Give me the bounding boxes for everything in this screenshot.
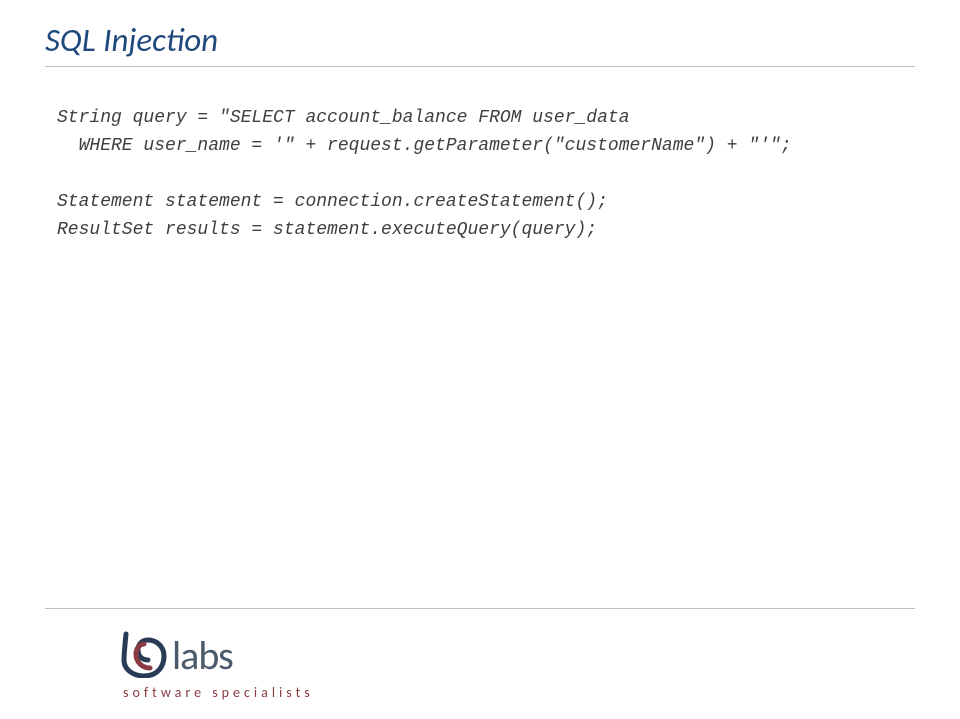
logo-tagline: software specialists — [123, 684, 314, 701]
logo-brand-text: labs — [172, 636, 233, 678]
code-line-5: ResultSet results = statement.executeQue… — [57, 220, 597, 240]
logo-mark-icon — [120, 630, 168, 678]
code-line-4: Statement statement = connection.createS… — [57, 192, 608, 212]
title-underline — [45, 66, 915, 67]
logo-row: labs — [120, 630, 233, 678]
slide-title: SQL Injection — [45, 20, 915, 60]
logo: labs software specialists — [120, 630, 314, 701]
footer-rule — [45, 608, 915, 609]
code-line-2: WHERE user_name = '" + request.getParame… — [57, 136, 792, 156]
code-block: String query = "SELECT account_balance F… — [45, 105, 915, 244]
slide: SQL Injection String query = "SELECT acc… — [0, 0, 960, 719]
code-line-1: String query = "SELECT account_balance F… — [57, 108, 630, 128]
